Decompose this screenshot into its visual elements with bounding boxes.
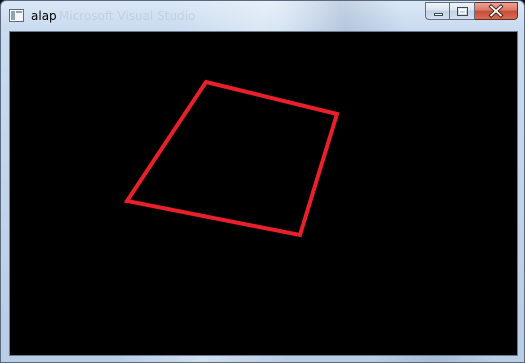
minimize-button[interactable]: [425, 2, 450, 20]
drawing-canvas[interactable]: [9, 31, 518, 356]
red-quadrilateral: [123, 79, 340, 238]
window-title: alap: [31, 9, 57, 23]
application-window: alap Microsoft Visual Studio: [0, 0, 525, 363]
title-bar[interactable]: alap Microsoft Visual Studio: [1, 1, 524, 31]
background-window-title: Microsoft Visual Studio: [59, 9, 196, 23]
close-button[interactable]: [475, 2, 518, 20]
canvas-drawing: [123, 79, 340, 238]
maximize-icon: [457, 7, 468, 16]
caption-buttons: [425, 2, 518, 21]
minimize-icon: [434, 13, 443, 16]
maximize-button[interactable]: [450, 2, 475, 20]
app-window-icon[interactable]: [9, 9, 24, 22]
close-icon: [488, 4, 504, 18]
